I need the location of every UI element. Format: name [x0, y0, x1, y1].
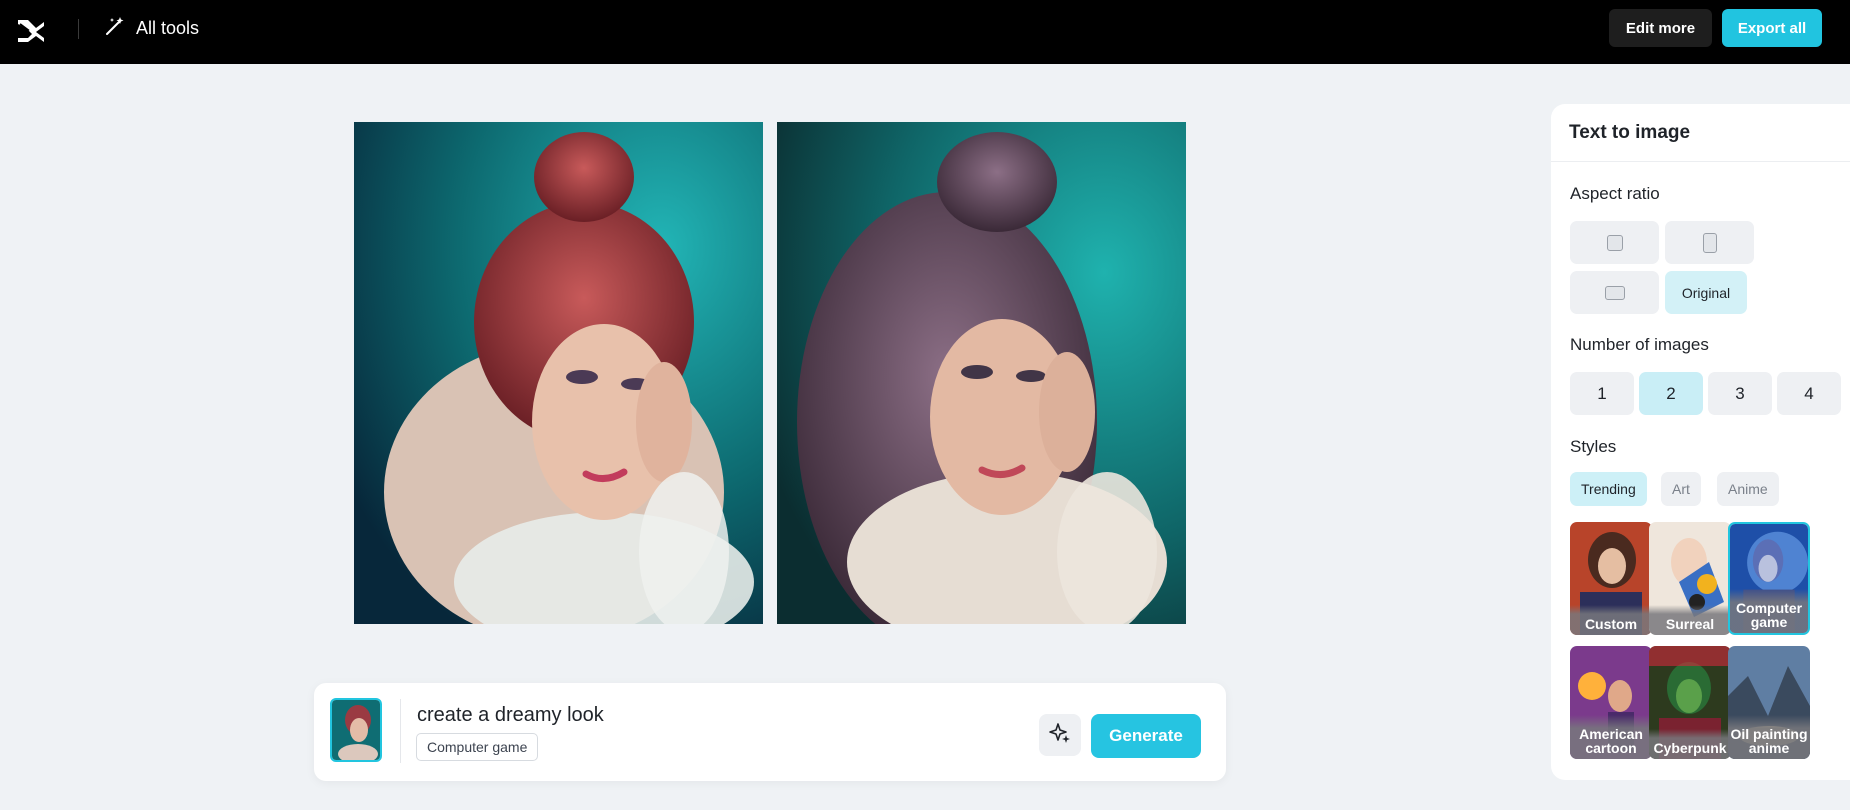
style-card-oil-painting-anime[interactable]: Oil painting anime: [1728, 646, 1810, 759]
number-of-images-label: Number of images: [1570, 335, 1709, 354]
style-tab-art[interactable]: Art: [1661, 472, 1701, 506]
selected-style-chip[interactable]: Computer game: [416, 733, 539, 761]
style-card-custom[interactable]: Custom: [1570, 522, 1652, 635]
style-card-cyberpunk[interactable]: Cyberpunk: [1649, 646, 1731, 759]
style-card-label: Computer game: [1730, 589, 1808, 633]
number-option-2[interactable]: 2: [1639, 372, 1703, 415]
top-bar: All tools Edit more Export all: [0, 0, 1850, 64]
magic-wand-icon: [104, 15, 126, 42]
style-card-label: Custom: [1570, 605, 1652, 635]
edit-more-button[interactable]: Edit more: [1609, 9, 1712, 47]
landscape-ratio-icon: [1604, 285, 1625, 300]
style-card-label: American cartoon: [1570, 715, 1652, 759]
aspect-ratio-original[interactable]: Original: [1665, 271, 1747, 314]
number-option-3[interactable]: 3: [1708, 372, 1772, 415]
generate-button[interactable]: Generate: [1091, 714, 1201, 758]
style-card-label: Surreal: [1649, 605, 1731, 635]
style-tab-trending[interactable]: Trending: [1570, 472, 1647, 506]
styles-label: Styles: [1570, 437, 1617, 456]
enhance-prompt-button[interactable]: [1039, 714, 1081, 756]
aspect-ratio-portrait[interactable]: [1665, 221, 1754, 264]
style-card-label: Oil painting anime: [1728, 715, 1810, 759]
portrait-ratio-icon: [1702, 232, 1717, 253]
prompt-bar: create a dreamy look Computer game Gener…: [314, 683, 1226, 781]
topbar-divider: [78, 19, 79, 39]
aspect-ratio-label: Aspect ratio: [1570, 184, 1660, 203]
style-card-label: Cyberpunk: [1649, 729, 1731, 759]
generated-image-2[interactable]: [777, 122, 1186, 624]
aspect-ratio-landscape[interactable]: [1570, 271, 1659, 314]
panel-title: Text to image: [1569, 122, 1691, 143]
all-tools-label: All tools: [136, 17, 200, 38]
number-option-4[interactable]: 4: [1777, 372, 1841, 415]
style-card-computer-game[interactable]: Computer game: [1728, 522, 1810, 635]
style-tab-anime[interactable]: Anime: [1717, 472, 1779, 506]
reference-image-thumbnail[interactable]: [330, 698, 382, 762]
square-ratio-icon: [1606, 234, 1623, 251]
generated-image-1[interactable]: [354, 122, 763, 624]
all-tools-button[interactable]: All tools: [104, 16, 199, 40]
aspect-ratio-square[interactable]: [1570, 221, 1659, 264]
export-all-button[interactable]: Export all: [1722, 9, 1822, 47]
text-to-image-panel: Text to image Aspect ratio Original Numb…: [1551, 104, 1850, 780]
style-card-surreal[interactable]: Surreal: [1649, 522, 1731, 635]
panel-divider: [1551, 161, 1850, 162]
capcut-logo-icon[interactable]: [14, 14, 48, 48]
style-card-american-cartoon[interactable]: American cartoon: [1570, 646, 1652, 759]
prompt-input[interactable]: create a dreamy look: [417, 704, 604, 727]
sparkle-icon: [1048, 721, 1072, 750]
prompt-divider: [400, 699, 401, 763]
number-option-1[interactable]: 1: [1570, 372, 1634, 415]
